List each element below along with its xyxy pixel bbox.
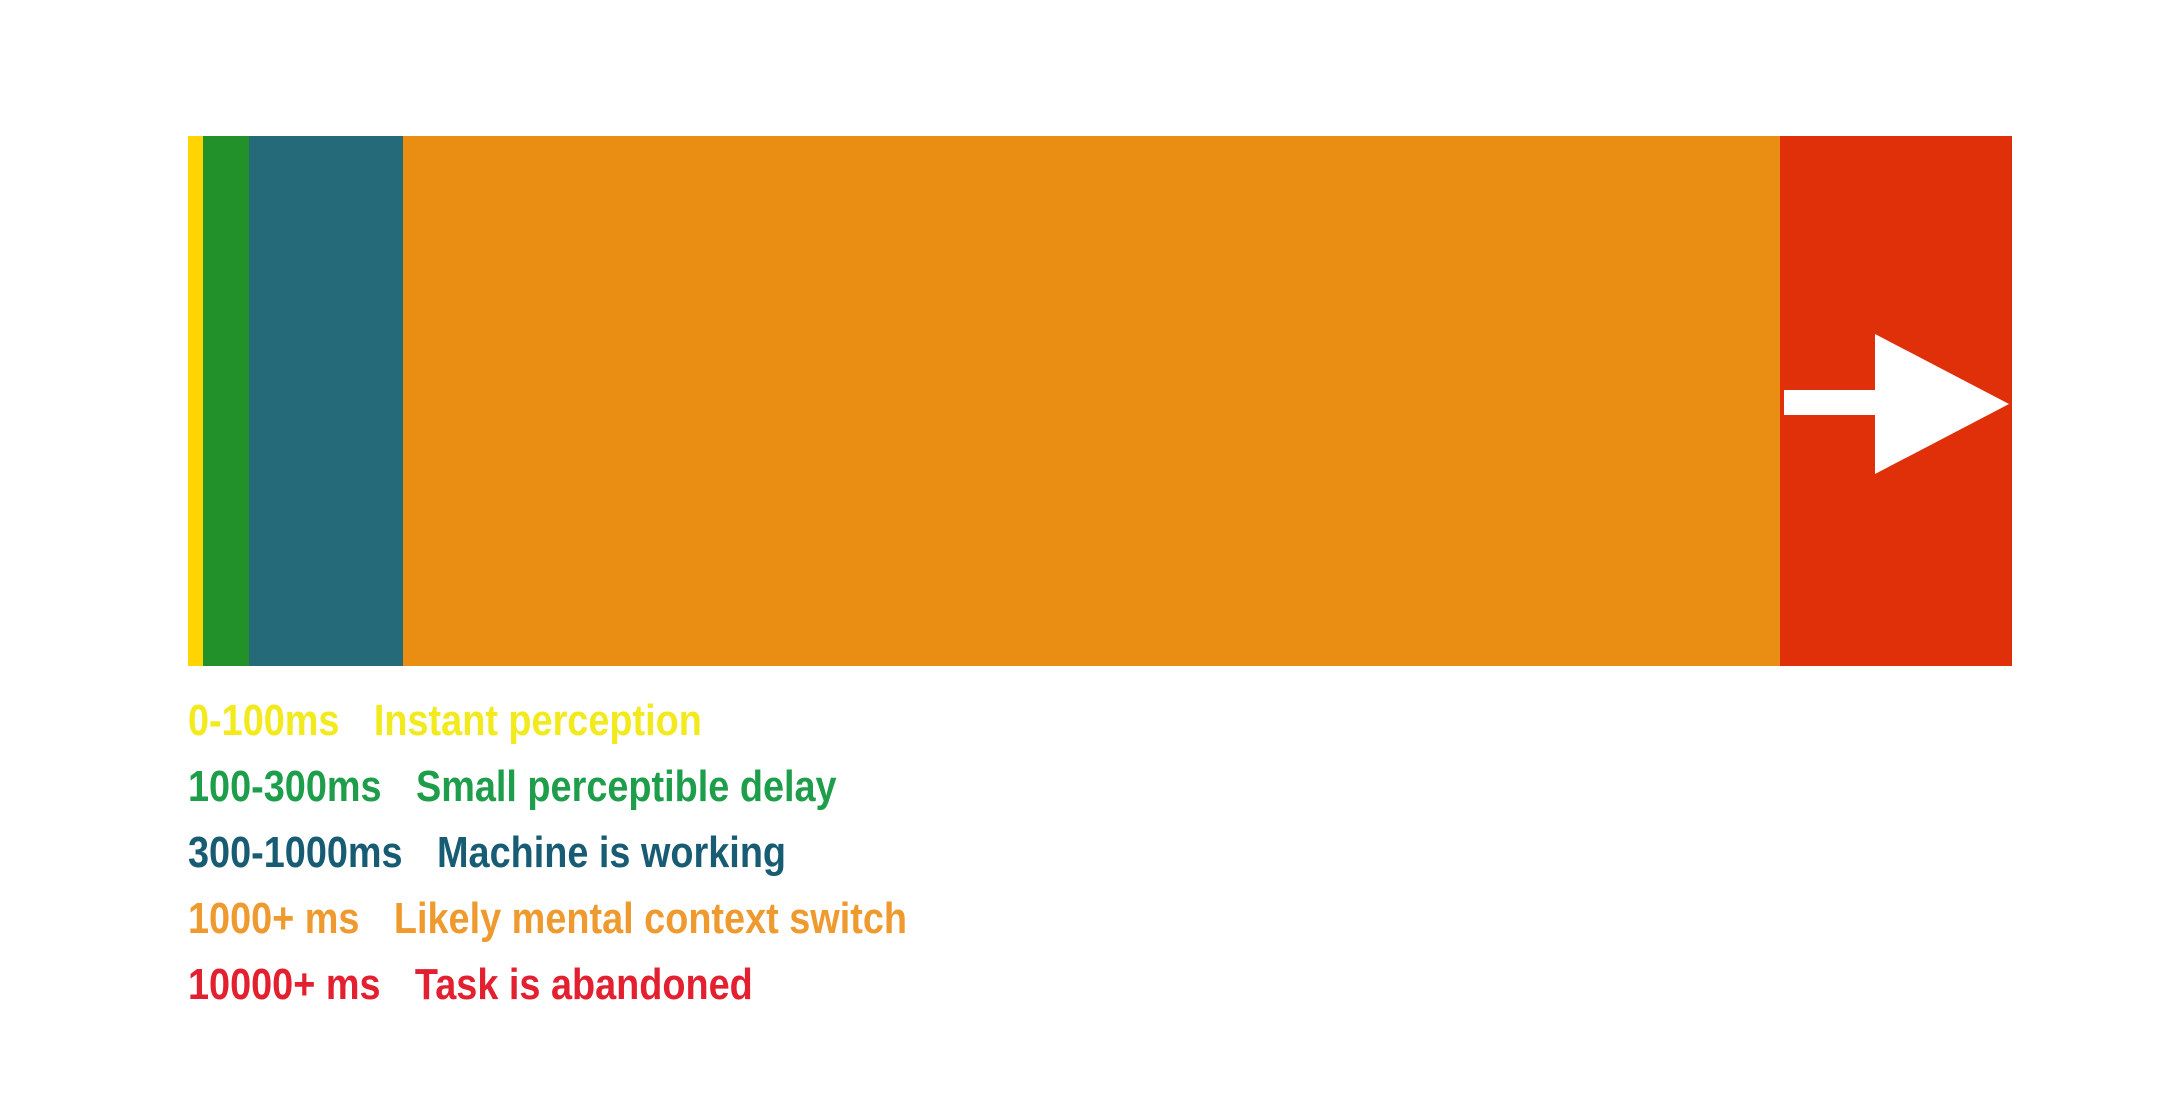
legend-item-machine-working: 300-1000ms Machine is working xyxy=(188,820,907,886)
legend-label: Machine is working xyxy=(437,828,787,877)
legend-item-context-switch: 1000+ ms Likely mental context switch xyxy=(188,886,907,952)
legend-label: Likely mental context switch xyxy=(393,894,907,943)
legend-label: Instant perception xyxy=(373,696,702,745)
segment-small-delay xyxy=(203,136,249,666)
legend-range: 0-100ms xyxy=(188,696,340,745)
legend-item-small-delay: 100-300ms Small perceptible delay xyxy=(188,754,907,820)
legend-item-abandoned: 10000+ ms Task is abandoned xyxy=(188,952,907,1018)
segment-machine-working xyxy=(249,136,403,666)
legend: 0-100ms Instant perception 100-300ms Small… xyxy=(188,688,1024,1018)
legend-range: 100-300ms xyxy=(188,762,382,811)
segment-instant xyxy=(188,136,203,666)
legend-range: 10000+ ms xyxy=(188,960,381,1009)
segment-context-switch xyxy=(403,136,1780,666)
legend-item-instant: 0-100ms Instant perception xyxy=(188,688,907,754)
legend-range: 1000+ ms xyxy=(188,894,360,943)
latency-timeline-bar xyxy=(188,136,2012,666)
legend-label: Small perceptible delay xyxy=(415,762,837,811)
legend-range: 300-1000ms xyxy=(188,828,403,877)
arrow-right-icon xyxy=(1784,334,2009,474)
legend-label: Task is abandoned xyxy=(414,960,753,1009)
